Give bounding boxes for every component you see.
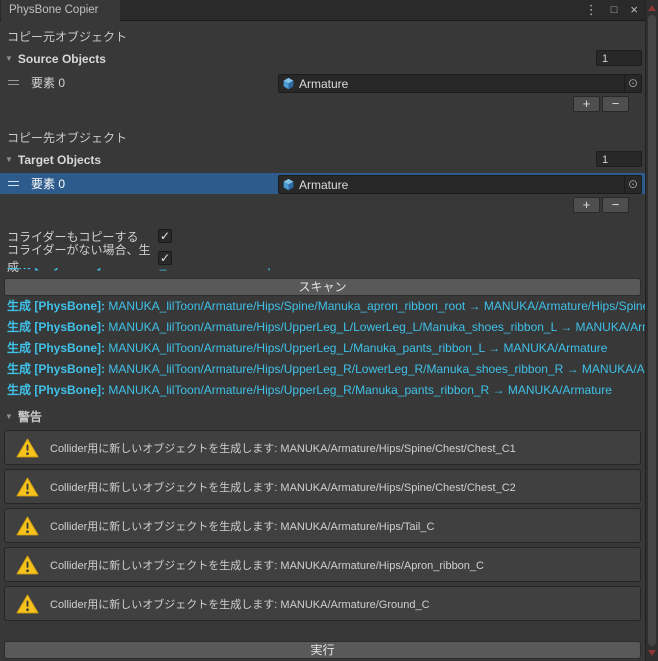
log-line: 生成 [PhysBone]: MANUKA_lilToon/Armature/H… bbox=[7, 299, 645, 313]
source-section-heading: コピー元オブジェクト bbox=[7, 30, 128, 44]
foldout-arrow-icon: ▼ bbox=[5, 412, 13, 421]
warning-text: Collider用に新しいオブジェクトを生成します: MANUKA/Armatu… bbox=[50, 598, 430, 611]
maximize-icon[interactable]: □ bbox=[611, 0, 618, 20]
scrollbar-thumb[interactable] bbox=[648, 15, 656, 646]
source-foldout-label: Source Objects bbox=[17, 51, 106, 66]
main-content: コピー元オブジェクト ▼ Source Objects 1 要素 0 Armat… bbox=[0, 21, 645, 661]
warnings-foldout-label: 警告 bbox=[17, 410, 42, 424]
warning-text: Collider用に新しいオブジェクトを生成します: MANUKA/Armatu… bbox=[50, 520, 435, 533]
source-list-footer: + − bbox=[0, 96, 629, 113]
drag-handle-icon[interactable] bbox=[8, 80, 19, 85]
scan-button[interactable]: スキャン bbox=[4, 278, 641, 296]
source-objects-foldout[interactable]: ▼ Source Objects 1 bbox=[0, 49, 645, 68]
object-picker-icon[interactable]: ⊙ bbox=[624, 176, 641, 193]
vertical-scrollbar[interactable] bbox=[645, 0, 658, 661]
scroll-up-icon[interactable] bbox=[648, 5, 656, 11]
source-object-field[interactable]: Armature ⊙ bbox=[278, 74, 642, 93]
prefab-cube-icon bbox=[282, 77, 295, 90]
target-section-heading: コピー先オブジェクト bbox=[7, 131, 128, 145]
close-icon[interactable]: × bbox=[630, 0, 638, 20]
object-picker-icon[interactable]: ⊙ bbox=[624, 75, 641, 92]
source-element-row[interactable]: 要素 0 Armature ⊙ bbox=[0, 72, 645, 93]
warning-item: Collider用に新しいオブジェクトを生成します: MANUKA/Armatu… bbox=[4, 430, 641, 465]
target-add-element-button[interactable]: + bbox=[573, 197, 600, 213]
source-add-element-button[interactable]: + bbox=[573, 96, 600, 112]
warning-text: Collider用に新しいオブジェクトを生成します: MANUKA/Armatu… bbox=[50, 481, 516, 494]
foldout-arrow-icon: ▼ bbox=[5, 155, 13, 164]
warning-icon bbox=[16, 438, 39, 458]
target-list-footer: + − bbox=[0, 197, 629, 214]
window-tab[interactable]: PhysBone Copier bbox=[1, 0, 120, 21]
execute-button[interactable]: 実行 bbox=[4, 641, 641, 659]
create-collider-checkbox[interactable]: ✓ bbox=[158, 251, 172, 265]
log-line: 生成 [PhysBone]: MANUKA_lilToon/Armature/H… bbox=[7, 362, 645, 376]
target-objects-foldout[interactable]: ▼ Target Objects 1 bbox=[0, 150, 645, 169]
copy-colliders-checkbox[interactable]: ✓ bbox=[158, 229, 172, 243]
warning-text: Collider用に新しいオブジェクトを生成します: MANUKA/Armatu… bbox=[50, 442, 516, 455]
warning-icon bbox=[16, 516, 39, 536]
source-element-label: 要素 0 bbox=[31, 76, 66, 90]
target-foldout-label: Target Objects bbox=[17, 152, 102, 167]
warning-item: Collider用に新しいオブジェクトを生成します: MANUKA/Armatu… bbox=[4, 508, 641, 543]
target-array-size-field[interactable]: 1 bbox=[596, 151, 642, 167]
source-array-size-field[interactable]: 1 bbox=[596, 50, 642, 66]
log-line: 生成 [PhysBone]: MANUKA_lilToon/Armature/H… bbox=[7, 341, 608, 355]
log-line: 生成 [PhysBone]: MANUKA_lilToon/Armature/H… bbox=[7, 383, 612, 397]
warning-text: Collider用に新しいオブジェクトを生成します: MANUKA/Armatu… bbox=[50, 559, 484, 572]
target-object-name: Armature bbox=[299, 177, 349, 192]
target-remove-element-button[interactable]: − bbox=[602, 197, 629, 213]
log-line-clipped: 生成 [PhysBone]: MANUKA_lilToon/Armature/H… bbox=[7, 268, 645, 276]
menu-icon[interactable]: ⋮ bbox=[585, 0, 598, 20]
target-element-row[interactable]: 要素 0 Armature ⊙ bbox=[0, 173, 645, 194]
warnings-foldout[interactable]: ▼ 警告 bbox=[0, 407, 645, 426]
log-line: 生成 [PhysBone]: MANUKA_lilToon/Armature/H… bbox=[7, 320, 645, 334]
source-object-name: Armature bbox=[299, 76, 349, 91]
source-remove-element-button[interactable]: − bbox=[602, 96, 629, 112]
warning-item: Collider用に新しいオブジェクトを生成します: MANUKA/Armatu… bbox=[4, 469, 641, 504]
prefab-cube-icon bbox=[282, 178, 295, 191]
scroll-down-icon[interactable] bbox=[648, 650, 656, 656]
warning-icon bbox=[16, 555, 39, 575]
create-collider-option: コライダーがない場合、生成 ✓ bbox=[0, 243, 645, 274]
target-object-field[interactable]: Armature ⊙ bbox=[278, 175, 642, 194]
title-bar: PhysBone Copier ⋮ □ × bbox=[0, 0, 658, 21]
drag-handle-icon[interactable] bbox=[8, 181, 19, 186]
warning-item: Collider用に新しいオブジェクトを生成します: MANUKA/Armatu… bbox=[4, 547, 641, 582]
foldout-arrow-icon: ▼ bbox=[5, 54, 13, 63]
window-controls: ⋮ □ × bbox=[585, 0, 638, 20]
warning-item: Collider用に新しいオブジェクトを生成します: MANUKA/Armatu… bbox=[4, 586, 641, 621]
target-element-label: 要素 0 bbox=[31, 177, 66, 191]
warning-icon bbox=[16, 477, 39, 497]
window-title: PhysBone Copier bbox=[9, 4, 99, 16]
physbone-copier-window: PhysBone Copier ⋮ □ × コピー元オブジェクト ▼ Sourc… bbox=[0, 0, 658, 661]
warning-icon bbox=[16, 594, 39, 614]
